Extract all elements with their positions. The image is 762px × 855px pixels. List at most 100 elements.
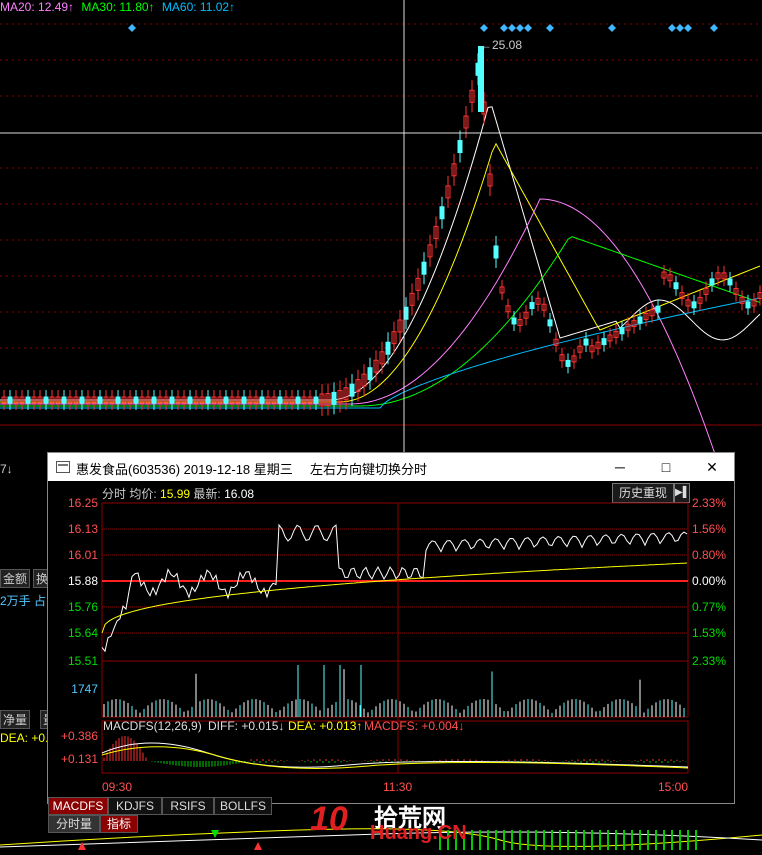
pct-tick: 1.56% <box>692 522 726 536</box>
candle-body <box>637 316 643 324</box>
candle-body <box>205 396 211 404</box>
candle-body <box>673 282 679 290</box>
up-arrow-icon <box>78 842 86 850</box>
candle-body <box>61 396 67 404</box>
volume-frame <box>101 660 689 718</box>
candle-body <box>187 396 193 404</box>
dea-line <box>101 746 689 769</box>
candle-body <box>385 341 391 355</box>
macd-panel <box>101 736 689 769</box>
intraday-popup-window[interactable]: 惠发食品(603536) 2019-12-18 星期三 左右方向键切换分时 ─ … <box>47 452 735 804</box>
volume-tick: 1747 <box>71 682 98 696</box>
signal-diamond <box>668 24 676 32</box>
signal-diamond <box>710 24 718 32</box>
kline-candles <box>1 46 762 416</box>
price-lines <box>101 523 688 653</box>
price-tick: 15.51 <box>68 654 98 668</box>
candle-body <box>709 278 715 286</box>
candle-body <box>331 391 337 405</box>
candle-body <box>43 396 49 404</box>
kline-grid <box>0 23 762 426</box>
candle-body <box>493 245 499 259</box>
candle-body <box>97 396 103 404</box>
candle-body <box>223 396 229 404</box>
candle-body <box>619 327 625 335</box>
candle-body <box>349 383 355 397</box>
signal-diamond <box>676 24 684 32</box>
candle-body <box>457 140 463 154</box>
candle-body <box>79 396 85 404</box>
candle-body <box>745 301 751 309</box>
candle-body <box>7 396 13 404</box>
left-amount-tab[interactable]: 金额 <box>0 569 31 588</box>
candle-body <box>313 396 319 404</box>
subtab-intraday-volume[interactable]: 分时量 <box>48 815 100 833</box>
up-arrow-icon <box>254 842 262 850</box>
candle-body <box>277 396 283 404</box>
candle-body <box>295 396 301 404</box>
price-line <box>101 523 688 653</box>
left-net-tab[interactable]: 净量 <box>0 710 31 729</box>
candle-body <box>115 396 121 404</box>
signal-diamond <box>684 24 692 32</box>
price-tick: 15.64 <box>68 626 98 640</box>
candle-body <box>241 396 247 404</box>
pct-tick: 0.80% <box>692 548 726 562</box>
macd-tick: +0.131 <box>61 752 98 766</box>
subtab-indicator[interactable]: 指标 <box>100 815 138 833</box>
candle-body <box>601 338 607 346</box>
left-num: 7↓ <box>0 462 13 476</box>
candle-body <box>511 317 517 325</box>
price-tick: 16.25 <box>68 496 98 510</box>
kline-chart[interactable]: ←25.08 <box>0 0 762 452</box>
pct-tick: 2.33% <box>692 496 726 510</box>
price-tick: 16.01 <box>68 548 98 562</box>
candle-body <box>727 278 733 286</box>
dea-label: DEA: +0.013↑ <box>288 719 362 733</box>
high-marker: ←25.08 <box>480 38 522 52</box>
candle-body <box>25 396 31 404</box>
price-tick: 15.76 <box>68 600 98 614</box>
price-tick: 16.13 <box>68 522 98 536</box>
macd-label: MACDFS(12,26,9) <box>103 719 202 733</box>
watermark-logo: 10 拾荒网 Huang.CN <box>310 800 467 844</box>
candle-body <box>439 206 445 220</box>
candle-body <box>583 338 589 346</box>
pct-tick: 1.53% <box>692 626 726 640</box>
candle-body <box>565 359 571 367</box>
avg-price-line <box>101 562 688 634</box>
signal-diamond <box>524 24 532 32</box>
tab-kdjfs[interactable]: KDJFS <box>108 797 162 815</box>
watermark-en: Huang.CN <box>370 822 467 844</box>
signal-diamond <box>546 24 554 32</box>
candle-body <box>133 396 139 404</box>
price-tick: 15.88 <box>68 574 98 588</box>
down-arrow-icon <box>211 830 219 838</box>
candle-body <box>259 396 265 404</box>
tab-macdfs[interactable]: MACDFS <box>48 797 108 815</box>
signal-diamond <box>480 24 488 32</box>
candle-body <box>421 261 427 275</box>
signal-diamond <box>516 24 524 32</box>
signal-diamond <box>608 24 616 32</box>
diff-line <box>101 742 689 768</box>
pct-tick: 2.33% <box>692 654 726 668</box>
tab-bollfs[interactable]: BOLLFS <box>214 797 272 815</box>
pct-tick: 0.00% <box>692 574 726 588</box>
candle-body <box>691 301 697 309</box>
candle-top <box>478 46 484 112</box>
candle-body <box>655 305 661 313</box>
signal-diamond <box>128 24 136 32</box>
macd-tick: +0.386 <box>61 729 98 743</box>
volume-bars <box>103 665 685 717</box>
candle-body <box>169 396 175 404</box>
candle-body <box>529 302 535 310</box>
intraday-chart[interactable]: 16.25 16.13 16.01 15.88 15.76 15.64 15.51 2.33%… <box>48 453 734 803</box>
candle-body <box>547 319 553 327</box>
signal-diamonds <box>128 24 718 32</box>
signal-diamond <box>500 24 508 32</box>
candle-body <box>367 367 373 381</box>
time-tick: 11:30 <box>383 780 412 794</box>
time-tick: 09:30 <box>102 780 132 794</box>
tab-rsifs[interactable]: RSIFS <box>162 797 214 815</box>
